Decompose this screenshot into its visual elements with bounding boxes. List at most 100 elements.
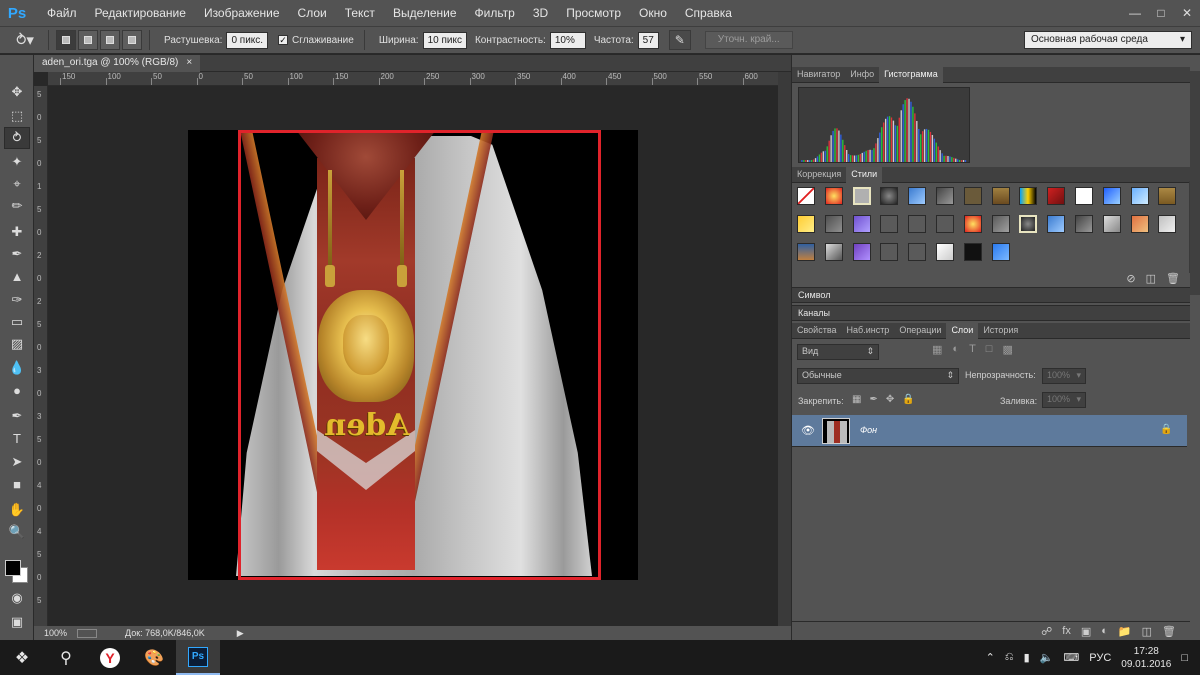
add-mask-icon[interactable]: ▣ [1081, 625, 1091, 638]
maximize-icon[interactable]: □ [1148, 0, 1174, 26]
opacity-input[interactable]: 100% ▾ [1042, 368, 1086, 384]
layer-style-icon[interactable]: fx [1062, 625, 1071, 638]
tab-history[interactable]: История [978, 323, 1023, 339]
contrast-input[interactable]: 10% [549, 31, 586, 49]
adjustment-layer-icon[interactable]: ◐ [1101, 625, 1108, 638]
lock-all-icon[interactable]: 🔒 [902, 394, 914, 405]
move-tool-icon[interactable]: ✥ [4, 81, 30, 103]
lasso-tool-icon[interactable]: ⥁ [4, 127, 30, 149]
tab-layers[interactable]: Слои [946, 323, 979, 339]
subtract-from-selection-button[interactable] [100, 30, 120, 50]
link-layers-icon[interactable]: ☍ [1041, 625, 1052, 638]
status-menu-arrow-icon[interactable]: ▶ [237, 628, 244, 639]
eyedropper-tool-icon[interactable]: ✏ [4, 195, 30, 217]
layer-name[interactable]: Фон [860, 425, 877, 435]
menu-type[interactable]: Текст [336, 0, 384, 26]
new-group-icon[interactable]: 📁 [1118, 625, 1132, 638]
clone-stamp-tool-icon[interactable]: ▲ [4, 265, 30, 287]
lasso-tool-preset-icon[interactable]: ⥁▾ [8, 29, 42, 51]
tab-styles[interactable]: Стили [846, 167, 883, 183]
menu-3d[interactable]: 3D [524, 0, 557, 26]
photoshop-taskbar-icon[interactable]: Ps [176, 640, 220, 675]
menu-window[interactable]: Окно [630, 0, 676, 26]
lock-position-icon[interactable]: ✥ [886, 394, 894, 405]
style-swatch[interactable] [963, 243, 982, 261]
chevron-up-icon[interactable]: ⌃ [986, 651, 995, 664]
style-swatch[interactable] [1075, 187, 1093, 205]
style-swatch[interactable] [1130, 215, 1149, 233]
document-tab[interactable]: aden_ori.tga @ 100% (RGB/8) × [34, 55, 201, 72]
tab-histogram[interactable]: Гистограмма [879, 67, 943, 83]
antialias-checkbox[interactable]: ✓ [278, 35, 289, 45]
delete-style-icon[interactable]: 🗑 [1166, 272, 1180, 285]
visibility-eye-icon[interactable]: 👁 [801, 424, 815, 437]
pen-tool-icon[interactable]: ✒ [4, 405, 30, 427]
style-swatch[interactable] [1158, 215, 1177, 233]
style-swatch[interactable] [880, 215, 899, 233]
style-swatch[interactable] [1019, 215, 1038, 233]
style-swatch[interactable] [936, 243, 954, 261]
tab-info[interactable]: Инфо [845, 67, 879, 83]
lock-transparency-icon[interactable]: ▦ [852, 394, 861, 405]
crop-tool-icon[interactable]: ⌖ [4, 173, 30, 195]
workspace-select[interactable]: Основная рабочая среда ▾ [1024, 31, 1192, 49]
eraser-tool-icon[interactable]: ▭ [4, 311, 30, 333]
style-swatch[interactable] [852, 215, 871, 233]
rectangle-tool-icon[interactable]: ■ [4, 473, 30, 495]
menu-image[interactable]: Изображение [195, 0, 289, 26]
style-swatch[interactable] [852, 243, 871, 261]
battery-icon[interactable]: ▮ [1024, 651, 1030, 664]
fill-input[interactable]: 100% ▾ [1042, 392, 1086, 408]
style-swatch[interactable] [797, 187, 815, 205]
brush-tool-icon[interactable]: ✒ [4, 243, 30, 265]
style-swatch[interactable] [1102, 187, 1121, 205]
style-swatch[interactable] [1130, 187, 1149, 205]
style-swatch[interactable] [852, 187, 871, 205]
new-layer-icon[interactable]: ◫ [1142, 625, 1152, 638]
new-selection-mode-button[interactable] [56, 30, 76, 50]
style-swatch[interactable] [1158, 187, 1177, 205]
menu-layers[interactable]: Слои [289, 0, 336, 26]
zoom-level[interactable]: 100% [44, 628, 67, 638]
panel-scrollbar[interactable] [1190, 71, 1200, 295]
style-swatch[interactable] [880, 243, 899, 261]
filter-shape-icon[interactable]: □ [986, 343, 993, 356]
gradient-tool-icon[interactable]: ▨ [4, 333, 30, 355]
style-swatch[interactable] [880, 187, 899, 205]
tab-adjustments[interactable]: Коррекция [792, 167, 846, 183]
tab-navigator[interactable]: Навигатор [792, 67, 845, 83]
canvas-scrollbar[interactable] [778, 72, 791, 626]
delete-layer-icon[interactable]: 🗑 [1162, 625, 1176, 638]
blend-mode-select[interactable]: Обычные ⇕ [797, 368, 959, 384]
style-swatch[interactable] [991, 243, 1010, 261]
add-to-selection-button[interactable] [78, 30, 98, 50]
marquee-tool-icon[interactable]: ⬚ [4, 105, 30, 127]
style-swatch[interactable] [963, 187, 982, 205]
close-icon[interactable]: ✕ [1174, 0, 1200, 26]
tab-properties[interactable]: Свойства [792, 323, 842, 339]
style-swatch[interactable] [797, 215, 815, 233]
stylus-pressure-icon[interactable]: ✎ [668, 30, 691, 50]
style-swatch[interactable] [1075, 215, 1093, 233]
style-swatch[interactable] [908, 187, 927, 205]
status-toggle-icon[interactable] [77, 628, 98, 638]
hand-tool-icon[interactable]: ✋ [4, 499, 30, 521]
style-swatch[interactable] [1047, 215, 1066, 233]
quick-mask-icon[interactable]: ◉ [4, 587, 30, 609]
menu-select[interactable]: Выделение [384, 0, 466, 26]
symbol-panel-header[interactable]: Символ [792, 287, 1190, 303]
style-swatch[interactable] [824, 243, 843, 261]
style-swatch[interactable] [797, 243, 815, 261]
quick-select-tool-icon[interactable]: ✦ [4, 151, 30, 173]
menu-filter[interactable]: Фильтр [466, 0, 524, 26]
frequency-input[interactable]: 57 [637, 31, 659, 49]
network-icon[interactable]: ⎌ [1005, 651, 1014, 664]
style-swatch[interactable] [991, 215, 1010, 233]
tab-tool-presets[interactable]: Наб.инстр [842, 323, 895, 339]
tab-actions[interactable]: Операции [894, 323, 946, 339]
selection-rectangle[interactable] [238, 130, 601, 580]
style-swatch[interactable] [963, 215, 982, 233]
screen-mode-icon[interactable]: ▣ [4, 611, 30, 633]
style-swatch[interactable] [1102, 215, 1121, 233]
layer-filter-select[interactable]: Вид ⇕ [797, 344, 879, 360]
